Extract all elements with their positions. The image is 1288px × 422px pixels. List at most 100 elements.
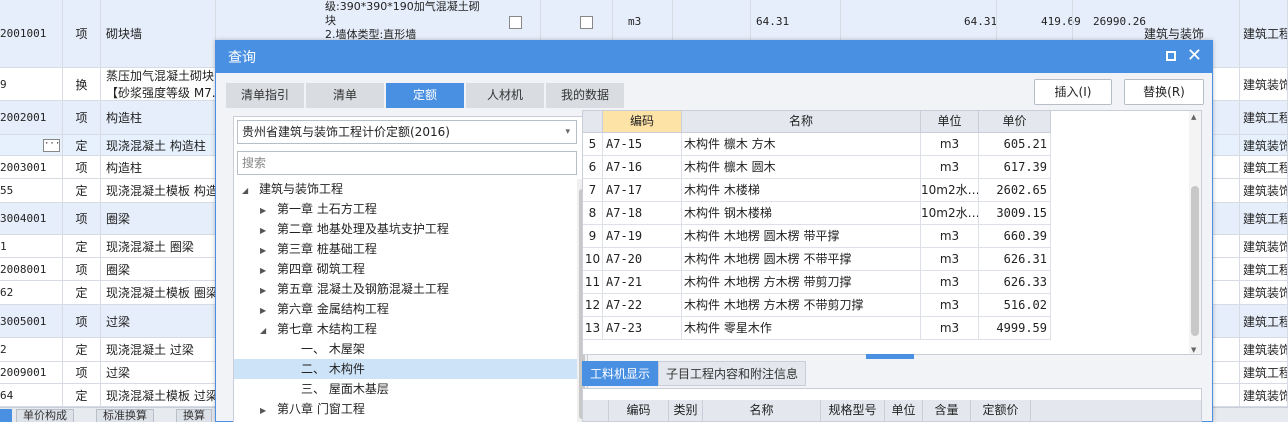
quota-price: 2602.65 <box>979 179 1051 201</box>
labor-header-code[interactable]: 编码 <box>609 400 669 421</box>
tree-item[interactable]: 二、 木构件 <box>234 359 579 379</box>
collapsed-arrow-icon[interactable]: ▶ <box>260 261 272 281</box>
tree-item[interactable]: ▶ 第六章 金属结构工程 <box>234 299 579 319</box>
collapsed-arrow-icon[interactable]: ▶ <box>260 281 272 301</box>
table-row[interactable]: 9 A7-19 木构件 木地楞 圆木楞 带平撑 m3 660.39 <box>583 225 1051 248</box>
quota-code: A7-16 <box>603 156 682 178</box>
grid-header-price[interactable]: 单价 <box>979 111 1051 132</box>
collapsed-arrow-icon[interactable]: ▶ <box>260 221 272 241</box>
tab-bill-guide[interactable]: 清单指引 <box>226 83 304 108</box>
tab-quota[interactable]: 定额 <box>386 83 464 108</box>
close-icon[interactable]: ✕ <box>1187 45 1202 66</box>
search-input[interactable]: 搜索 <box>237 151 577 175</box>
tree-item[interactable]: ▶ 第八章 门窗工程 <box>234 399 579 419</box>
row-number: 8 <box>583 202 603 224</box>
quota-price: 626.31 <box>979 248 1051 270</box>
tab-my-data[interactable]: 我的数据 <box>546 83 624 108</box>
row-code: 64 <box>0 384 63 406</box>
tree-item-label: 第五章 混凝土及钢筋混凝土工程 <box>277 282 449 296</box>
row-discipline-2: 建筑装饰 <box>1240 338 1288 361</box>
tree-item-label: 第六章 金属结构工程 <box>277 302 389 316</box>
tab-labor-material[interactable]: 人材机 <box>466 83 544 108</box>
collapsed-arrow-icon[interactable]: ▶ <box>260 301 272 321</box>
ellipsis-button[interactable]: ··· <box>43 138 60 152</box>
row-category: 项 <box>63 258 101 280</box>
collapsed-arrow-icon[interactable]: ▶ <box>260 201 272 221</box>
maximize-icon[interactable] <box>1166 51 1176 61</box>
quota-name: 木构件 木地楞 圆木楞 不带平撑 <box>682 248 921 270</box>
row-number: 5 <box>583 133 603 155</box>
row-number: 12 <box>583 294 603 316</box>
table-row[interactable]: 12 A7-22 木构件 木地楞 方木楞 不带剪刀撑 m3 516.02 <box>583 294 1051 317</box>
row-category: 定 <box>63 135 101 155</box>
quota-price: 3009.15 <box>979 202 1051 224</box>
grid-header-unit[interactable]: 单位 <box>921 111 979 132</box>
insert-button[interactable]: 插入(I) <box>1034 79 1112 105</box>
row-name: 构造柱 <box>101 101 216 134</box>
panel-splitter[interactable] <box>866 354 914 359</box>
grid-header-code[interactable]: 编码 <box>603 111 682 132</box>
table-row[interactable]: 13 A7-23 木构件 零星木作 m3 4999.59 <box>583 317 1051 340</box>
collapsed-arrow-icon[interactable]: ▶ <box>260 401 272 421</box>
tab-subitem-info[interactable]: 子目工程内容和附注信息 <box>658 361 807 386</box>
scroll-up-icon[interactable]: ▲ <box>1191 113 1196 121</box>
row1-price: 419.69 <box>1041 15 1081 28</box>
tree-item[interactable]: ◢ 建筑与装饰工程 <box>234 179 579 199</box>
row-category: 定 <box>63 179 101 202</box>
labor-header-unit[interactable]: 单位 <box>885 400 923 421</box>
tree-item[interactable]: ◢ 第七章 木结构工程 <box>234 319 579 339</box>
expanded-arrow-icon[interactable]: ◢ <box>242 181 254 201</box>
table-row[interactable]: 6 A7-16 木构件 檩木 圆木 m3 617.39 <box>583 156 1051 179</box>
tree-item-label: 第七章 木结构工程 <box>277 322 377 336</box>
bottom-tab-standard-conv[interactable]: 标准换算 <box>96 409 154 422</box>
quota-unit: m3 <box>921 133 979 155</box>
collapsed-arrow-icon[interactable]: ▶ <box>260 241 272 261</box>
grid-header-name[interactable]: 名称 <box>682 111 921 132</box>
library-select[interactable]: 贵州省建筑与装饰工程计价定额(2016) ▾ <box>237 120 577 144</box>
scroll-down-icon[interactable]: ▼ <box>1191 346 1196 354</box>
tree-item[interactable]: 一、 木屋架 <box>234 339 579 359</box>
table-row[interactable]: 8 A7-18 木构件 钢木楼梯 10m2水… 3009.15 <box>583 202 1051 225</box>
tree-item-label: 第八章 门窗工程 <box>277 402 365 416</box>
table-row[interactable]: 10 A7-20 木构件 木地楞 圆木楞 不带平撑 m3 626.31 <box>583 248 1051 271</box>
row1-checkbox-b[interactable] <box>580 16 593 29</box>
tree-item[interactable]: ▶ 第四章 砌筑工程 <box>234 259 579 279</box>
row-discipline-2: 建筑装饰 <box>1240 68 1288 100</box>
row-code: 1 <box>0 235 63 257</box>
quota-code: A7-19 <box>603 225 682 247</box>
row-code: 2009001 <box>0 362 63 383</box>
tree-item-label: 第二章 地基处理及基坑支护工程 <box>277 222 449 236</box>
table-row[interactable]: 11 A7-21 木构件 木地楞 方木楞 带剪刀撑 m3 626.33 <box>583 271 1051 294</box>
labor-header-spec[interactable]: 规格型号 <box>821 400 885 421</box>
dialog-titlebar: 查询 ✕ <box>216 41 1212 73</box>
detail-tabs: 工料机显示 子目工程内容和附注信息 <box>582 361 807 386</box>
quota-unit: m3 <box>921 156 979 178</box>
expanded-arrow-icon[interactable]: ◢ <box>260 321 272 341</box>
grid-header: 编码 名称 单位 单价 <box>583 111 1051 133</box>
grid-scrollbar[interactable]: ▲ ▼ <box>1189 111 1201 354</box>
labor-header-name[interactable]: 名称 <box>703 400 821 421</box>
tree-item[interactable]: ▶ 第三章 桩基础工程 <box>234 239 579 259</box>
row1-checkbox-a[interactable] <box>509 16 522 29</box>
labor-header-qty[interactable]: 含量 <box>923 400 971 421</box>
row-number: 7 <box>583 179 603 201</box>
tree-item[interactable]: ▶ 第五章 混凝土及钢筋混凝土工程 <box>234 279 579 299</box>
replace-button[interactable]: 替换(R) <box>1124 79 1204 105</box>
tree-item[interactable]: ▶ 第一章 土石方工程 <box>234 199 579 219</box>
row-code: 3004001 <box>0 203 63 234</box>
table-row[interactable]: 7 A7-17 木构件 木楼梯 10m2水… 2602.65 <box>583 179 1051 202</box>
row-category: 定 <box>63 338 101 361</box>
tree-item[interactable]: ▶ 第二章 地基处理及基坑支护工程 <box>234 219 579 239</box>
row-name: 现浇混凝土 圈梁 <box>101 235 216 257</box>
row-category: 项 <box>63 0 101 67</box>
tree-item[interactable]: 三、 屋面木基层 <box>234 379 579 399</box>
labor-header-price[interactable]: 定额价 <box>971 400 1031 421</box>
quota-code: A7-23 <box>603 317 682 339</box>
tab-labor-display[interactable]: 工料机显示 <box>582 361 659 386</box>
bottom-tab-conv[interactable]: 换算 <box>176 409 212 422</box>
tab-bill[interactable]: 清单 <box>306 83 384 108</box>
labor-header-type[interactable]: 类别 <box>669 400 703 421</box>
table-row[interactable]: 5 A7-15 木构件 檩木 方木 m3 605.21 <box>583 133 1051 156</box>
tree-item-label: 第三章 桩基础工程 <box>277 242 377 256</box>
bottom-tab-unit-price[interactable]: 单价构成 <box>16 409 74 422</box>
